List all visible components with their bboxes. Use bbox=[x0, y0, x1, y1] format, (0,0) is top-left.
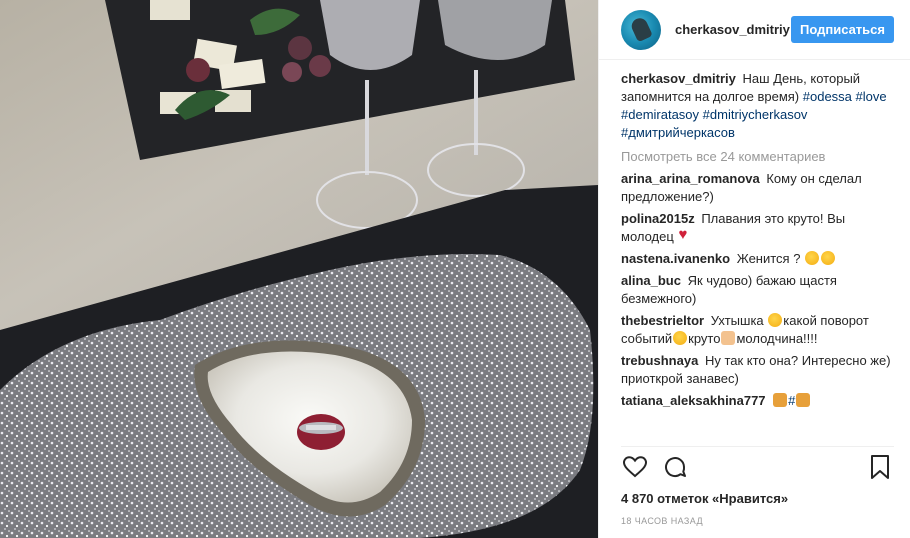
thumbs-up-emoji-icon bbox=[721, 331, 736, 345]
flushed-face-emoji-icon bbox=[821, 251, 836, 265]
comment-item: alina_buc Як чудово) бажаю щастя безмежн… bbox=[621, 272, 894, 308]
comment-text: Ухтышка bbox=[710, 313, 764, 328]
comments-section: cherkasov_dmitriy Наш День, который запо… bbox=[599, 60, 910, 444]
comment-text-part: молодчина!!!! bbox=[736, 331, 818, 346]
comment-item: trebushnaya Ну так кто она? Интересно же… bbox=[621, 352, 894, 388]
bookmark-icon[interactable] bbox=[866, 453, 894, 481]
comment-username[interactable]: trebushnaya bbox=[621, 353, 698, 368]
follow-button[interactable]: Подписаться bbox=[790, 16, 894, 43]
comment-username[interactable]: alina_buc bbox=[621, 273, 681, 288]
tongue-face-emoji-icon bbox=[673, 331, 688, 345]
hashtag-link[interactable]: #dmitriycherkasov bbox=[703, 107, 808, 122]
thinking-face-emoji-icon bbox=[805, 251, 820, 265]
comment-text-part: круто bbox=[688, 331, 721, 346]
hashtag-link[interactable]: #love bbox=[856, 89, 887, 104]
photo-illustration bbox=[0, 0, 598, 538]
view-all-comments-link[interactable]: Посмотреть все 24 комментариев bbox=[621, 149, 894, 164]
heart-eyes-emoji-icon bbox=[768, 313, 783, 327]
comment-item: arina_arina_romanova Кому он сделал пред… bbox=[621, 170, 894, 206]
likes-count[interactable]: 4 870 отметок «Нравится» bbox=[621, 491, 788, 506]
hashtag-link[interactable]: #дмитрийчеркасов bbox=[621, 125, 735, 140]
comment-username[interactable]: polina2015z bbox=[621, 211, 695, 226]
comment-username[interactable]: tatiana_aleksakhina777 bbox=[621, 393, 766, 408]
hashtag-link[interactable]: #demiratasoy bbox=[621, 107, 699, 122]
speech-bubble-icon[interactable] bbox=[661, 453, 689, 481]
comment-username[interactable]: arina_arina_romanova bbox=[621, 171, 760, 186]
heart-outline-icon[interactable] bbox=[621, 453, 649, 481]
comment-text[interactable]: # bbox=[788, 393, 795, 408]
heart-emoji-icon bbox=[678, 226, 692, 244]
post-header: cherkasov_dmitriy Подписаться bbox=[599, 0, 910, 60]
post-caption: cherkasov_dmitriy Наш День, который запо… bbox=[621, 70, 894, 142]
post-timestamp[interactable]: 18 часов назад bbox=[621, 516, 703, 526]
instagram-post: cherkasov_dmitriy Подписаться cherkasov_… bbox=[0, 0, 910, 538]
caption-username[interactable]: cherkasov_dmitriy bbox=[621, 71, 736, 86]
comment-item: thebestrieltor Ухтышка какой поворот соб… bbox=[621, 312, 894, 348]
comment-username[interactable]: nastena.ivanenko bbox=[621, 251, 730, 266]
post-photo[interactable] bbox=[0, 0, 598, 538]
comment-item: tatiana_aleksakhina777 # bbox=[621, 392, 894, 410]
couple-emoji-icon bbox=[773, 393, 788, 407]
hashtag-link[interactable]: #odessa bbox=[803, 89, 852, 104]
post-side-panel: cherkasov_dmitriy Подписаться cherkasov_… bbox=[598, 0, 910, 538]
comment-item: nastena.ivanenko Женится ? bbox=[621, 250, 894, 268]
author-username[interactable]: cherkasov_dmitriy bbox=[675, 22, 791, 37]
comment-text: Женится ? bbox=[736, 251, 801, 266]
comment-username[interactable]: thebestrieltor bbox=[621, 313, 704, 328]
family-emoji-icon bbox=[796, 393, 811, 407]
avatar[interactable] bbox=[621, 9, 661, 50]
post-actions-bar bbox=[621, 446, 894, 486]
comment-item: polina2015z Плавания это круто! Вы молод… bbox=[621, 210, 894, 246]
